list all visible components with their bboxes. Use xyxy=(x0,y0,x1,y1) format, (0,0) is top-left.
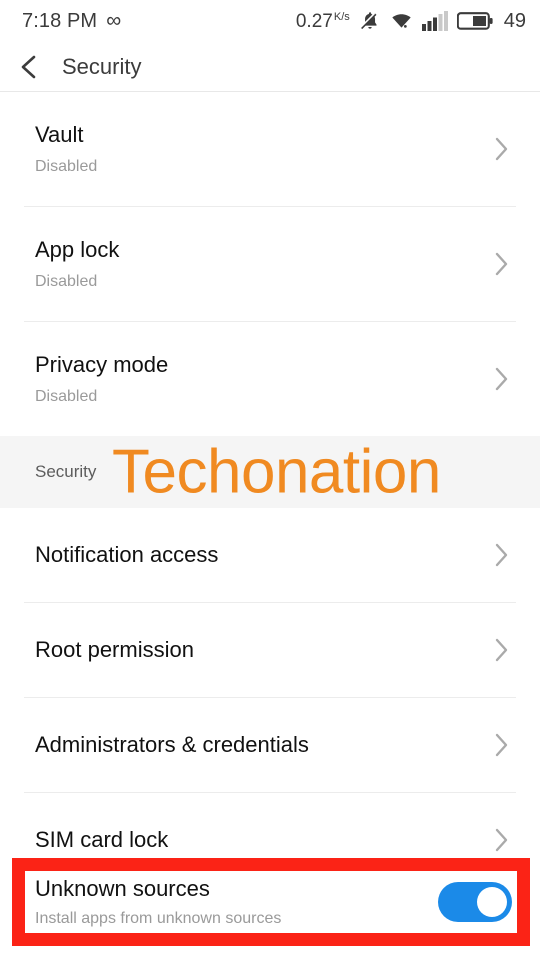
list-item-title: SIM card lock xyxy=(35,826,169,852)
list-item-text: Vault Disabled xyxy=(35,122,97,177)
status-bar-left: 7:18 PM ∞ xyxy=(22,10,121,33)
list-item-title: Privacy mode xyxy=(35,351,169,377)
silent-bell-icon xyxy=(359,10,381,32)
list-item-app-lock[interactable]: App lock Disabled xyxy=(0,207,540,321)
unknown-sources-toggle[interactable] xyxy=(438,882,512,922)
security-options-list: Vault Disabled App lock Disabled Privacy… xyxy=(0,92,540,436)
list-item-text: App lock Disabled xyxy=(35,237,119,292)
app-bar: Security xyxy=(0,42,540,92)
list-item-vault[interactable]: Vault Disabled xyxy=(0,92,540,206)
chevron-right-icon xyxy=(488,732,514,758)
battery-percent-label: 49 xyxy=(503,9,526,32)
list-item-title: Vault xyxy=(35,121,84,147)
chevron-right-icon xyxy=(488,366,514,392)
infinity-icon: ∞ xyxy=(106,9,122,32)
status-bar: 7:18 PM ∞ 0.27 K/s 49 xyxy=(0,0,540,42)
chevron-right-icon xyxy=(488,251,514,277)
toggle-knob xyxy=(477,887,507,917)
list-item-title: Notification access xyxy=(35,541,219,567)
list-item-privacy-mode[interactable]: Privacy mode Disabled xyxy=(0,322,540,436)
network-speed-value: 0.27 xyxy=(295,10,333,32)
back-button[interactable] xyxy=(0,42,58,92)
list-item-title: App lock xyxy=(35,236,120,262)
list-item-unknown-sources[interactable]: Unknown sources Install apps from unknow… xyxy=(0,862,540,942)
list-item-subtitle: Install apps from unknown sources xyxy=(35,910,282,928)
watermark-text: Techonation xyxy=(112,437,441,507)
network-speed-indicator: 0.27 K/s xyxy=(295,10,350,32)
chevron-right-icon xyxy=(488,136,514,162)
list-item-text: Privacy mode Disabled xyxy=(35,352,168,407)
section-header-label: Security xyxy=(35,462,97,481)
page-title: Security xyxy=(62,53,142,79)
list-item-title: Administrators & credentials xyxy=(35,731,309,757)
list-item-title: Root permission xyxy=(35,636,194,662)
section-header-security: Security Techonation xyxy=(0,436,540,508)
list-item-title: Unknown sources xyxy=(35,875,210,901)
back-arrow-icon xyxy=(21,55,36,78)
list-item-root-permission[interactable]: Root permission xyxy=(0,603,540,697)
list-item-subtitle: Disabled xyxy=(35,273,98,291)
list-item-subtitle: Disabled xyxy=(35,388,98,406)
list-item-administrators-credentials[interactable]: Administrators & credentials xyxy=(0,698,540,792)
cellular-signal-icon xyxy=(421,11,448,31)
chevron-right-icon xyxy=(488,637,514,663)
list-item-subtitle: Disabled xyxy=(35,158,98,176)
chevron-right-icon xyxy=(488,542,514,568)
status-clock: 7:18 PM xyxy=(22,9,98,32)
wifi-icon xyxy=(390,10,413,32)
network-speed-unit: K/s xyxy=(333,10,350,23)
battery-icon xyxy=(456,11,493,31)
list-item-notification-access[interactable]: Notification access xyxy=(0,508,540,602)
chevron-right-icon xyxy=(488,827,514,853)
security-section-list: Notification access Root permission Admi… xyxy=(0,508,540,888)
list-item-text: Unknown sources Install apps from unknow… xyxy=(35,876,281,929)
status-bar-right: 0.27 K/s 49 xyxy=(296,10,526,33)
